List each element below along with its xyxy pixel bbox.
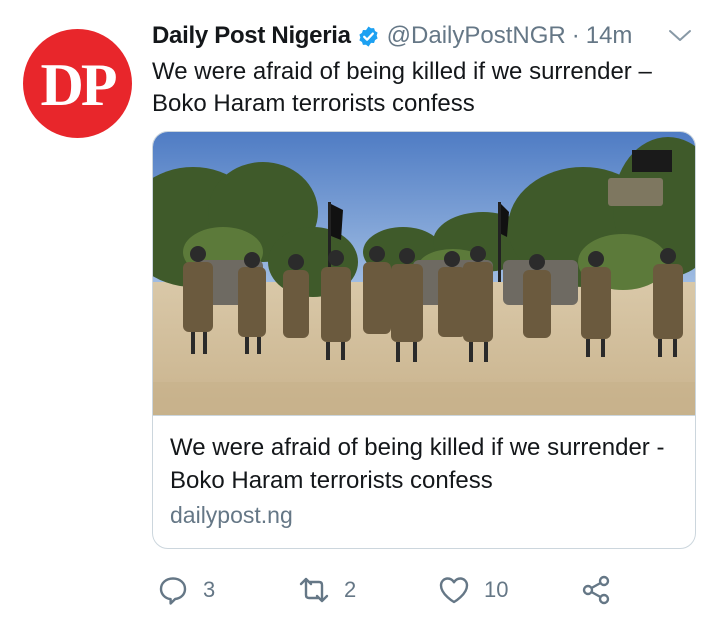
card-photo bbox=[153, 132, 695, 415]
avatar[interactable]: DP bbox=[23, 29, 132, 138]
retweet-button[interactable]: 2 bbox=[298, 570, 356, 610]
card-body: We were afraid of being killed if we sur… bbox=[153, 415, 695, 532]
card-domain: dailypost.ng bbox=[170, 502, 293, 528]
reply-icon bbox=[159, 577, 187, 605]
verified-badge-icon bbox=[359, 25, 378, 47]
reply-count: 3 bbox=[203, 577, 216, 602]
tweet-actions: 3 2 10 bbox=[152, 570, 622, 610]
card-image[interactable] bbox=[153, 132, 695, 415]
card-title: We were afraid of being killed if we sur… bbox=[170, 431, 680, 497]
tweet-header: Daily Post Nigeria @DailyPostNGR · 14m bbox=[152, 18, 697, 54]
tweet-text: We were afraid of being killed if we sur… bbox=[152, 56, 692, 120]
card-title-line: We were afraid of being killed if we sur… bbox=[170, 434, 665, 461]
retweet-icon bbox=[299, 577, 329, 603]
avatar-initials: DP bbox=[40, 51, 118, 118]
header-separator: · bbox=[571, 22, 580, 49]
card-title-line: Boko Haram terrorists confess bbox=[170, 467, 493, 494]
tweet-timestamp[interactable]: 14m bbox=[586, 22, 633, 50]
tweet-text-line: We were afraid of being killed if we sur… bbox=[152, 58, 652, 85]
reply-button[interactable]: 3 bbox=[157, 570, 215, 610]
like-button[interactable]: 10 bbox=[438, 570, 508, 610]
author-handle[interactable]: @DailyPostNGR bbox=[387, 22, 566, 50]
link-card[interactable]: We were afraid of being killed if we sur… bbox=[152, 131, 696, 549]
retweet-count: 2 bbox=[344, 577, 357, 602]
heart-icon bbox=[439, 577, 469, 604]
share-icon bbox=[582, 575, 610, 605]
like-count: 10 bbox=[484, 577, 509, 602]
tweet-text-line: Boko Haram terrorists confess bbox=[152, 90, 475, 117]
share-button[interactable] bbox=[580, 570, 612, 610]
chevron-down-icon[interactable] bbox=[667, 26, 693, 46]
author-name[interactable]: Daily Post Nigeria bbox=[152, 22, 351, 50]
